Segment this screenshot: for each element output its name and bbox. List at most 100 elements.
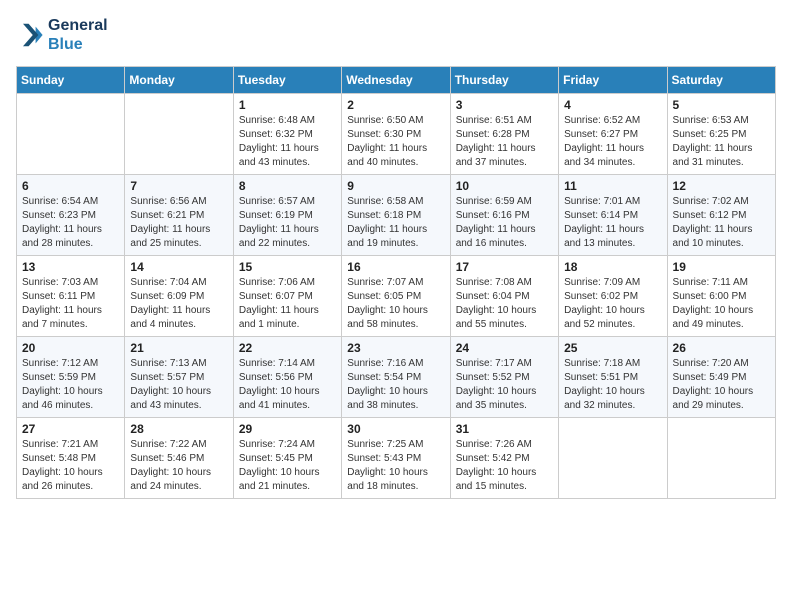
day-info: Sunrise: 7:16 AM Sunset: 5:54 PM Dayligh… <box>347 357 444 413</box>
day-info: Sunrise: 7:08 AM Sunset: 6:04 PM Dayligh… <box>456 276 553 332</box>
day-info: Sunrise: 6:59 AM Sunset: 6:16 PM Dayligh… <box>456 195 553 251</box>
day-info: Sunrise: 7:14 AM Sunset: 5:56 PM Dayligh… <box>239 357 336 413</box>
col-header-friday: Friday <box>559 67 667 94</box>
day-number: 10 <box>456 179 553 193</box>
day-info: Sunrise: 7:02 AM Sunset: 6:12 PM Dayligh… <box>673 195 770 251</box>
day-info: Sunrise: 7:21 AM Sunset: 5:48 PM Dayligh… <box>22 438 119 494</box>
logo-text: General Blue <box>48 16 108 54</box>
day-info: Sunrise: 6:51 AM Sunset: 6:28 PM Dayligh… <box>456 114 553 170</box>
day-number: 23 <box>347 341 444 355</box>
day-info: Sunrise: 7:24 AM Sunset: 5:45 PM Dayligh… <box>239 438 336 494</box>
calendar-cell: 25 Sunrise: 7:18 AM Sunset: 5:51 PM Dayli… <box>559 337 667 418</box>
calendar-cell: 9 Sunrise: 6:58 AM Sunset: 6:18 PM Daylig… <box>342 175 450 256</box>
day-info: Sunrise: 6:58 AM Sunset: 6:18 PM Dayligh… <box>347 195 444 251</box>
calendar-cell: 15 Sunrise: 7:06 AM Sunset: 6:07 PM Dayli… <box>233 256 341 337</box>
day-info: Sunrise: 7:06 AM Sunset: 6:07 PM Dayligh… <box>239 276 336 332</box>
day-number: 11 <box>564 179 661 193</box>
day-number: 4 <box>564 98 661 112</box>
day-number: 13 <box>22 260 119 274</box>
calendar-cell: 3 Sunrise: 6:51 AM Sunset: 6:28 PM Daylig… <box>450 94 558 175</box>
calendar-cell: 19 Sunrise: 7:11 AM Sunset: 6:00 PM Dayli… <box>667 256 775 337</box>
col-header-tuesday: Tuesday <box>233 67 341 94</box>
day-number: 30 <box>347 422 444 436</box>
day-number: 5 <box>673 98 770 112</box>
calendar-cell: 26 Sunrise: 7:20 AM Sunset: 5:49 PM Dayli… <box>667 337 775 418</box>
page-header: General Blue <box>16 16 776 54</box>
col-header-wednesday: Wednesday <box>342 67 450 94</box>
day-number: 12 <box>673 179 770 193</box>
day-number: 8 <box>239 179 336 193</box>
day-info: Sunrise: 6:57 AM Sunset: 6:19 PM Dayligh… <box>239 195 336 251</box>
calendar-cell: 4 Sunrise: 6:52 AM Sunset: 6:27 PM Daylig… <box>559 94 667 175</box>
calendar-cell: 11 Sunrise: 7:01 AM Sunset: 6:14 PM Dayli… <box>559 175 667 256</box>
day-number: 7 <box>130 179 227 193</box>
calendar-cell: 23 Sunrise: 7:16 AM Sunset: 5:54 PM Dayli… <box>342 337 450 418</box>
day-info: Sunrise: 6:54 AM Sunset: 6:23 PM Dayligh… <box>22 195 119 251</box>
calendar: SundayMondayTuesdayWednesdayThursdayFrid… <box>16 66 776 499</box>
calendar-cell: 22 Sunrise: 7:14 AM Sunset: 5:56 PM Dayli… <box>233 337 341 418</box>
day-number: 21 <box>130 341 227 355</box>
day-number: 6 <box>22 179 119 193</box>
col-header-sunday: Sunday <box>17 67 125 94</box>
day-number: 19 <box>673 260 770 274</box>
day-info: Sunrise: 6:52 AM Sunset: 6:27 PM Dayligh… <box>564 114 661 170</box>
col-header-thursday: Thursday <box>450 67 558 94</box>
calendar-cell <box>559 418 667 499</box>
calendar-week-2: 6 Sunrise: 6:54 AM Sunset: 6:23 PM Daylig… <box>17 175 776 256</box>
calendar-cell: 16 Sunrise: 7:07 AM Sunset: 6:05 PM Dayli… <box>342 256 450 337</box>
day-number: 17 <box>456 260 553 274</box>
calendar-cell <box>17 94 125 175</box>
day-number: 22 <box>239 341 336 355</box>
day-info: Sunrise: 7:12 AM Sunset: 5:59 PM Dayligh… <box>22 357 119 413</box>
calendar-cell: 28Sunrise: 7:22 AM Sunset: 5:46 PM Dayli… <box>125 418 233 499</box>
day-number: 1 <box>239 98 336 112</box>
day-number: 20 <box>22 341 119 355</box>
calendar-cell: 2Sunrise: 6:50 AM Sunset: 6:30 PM Daylig… <box>342 94 450 175</box>
day-info: Sunrise: 7:11 AM Sunset: 6:00 PM Dayligh… <box>673 276 770 332</box>
day-info: Sunrise: 6:56 AM Sunset: 6:21 PM Dayligh… <box>130 195 227 251</box>
logo-icon <box>16 21 44 49</box>
calendar-cell: 8 Sunrise: 6:57 AM Sunset: 6:19 PM Daylig… <box>233 175 341 256</box>
day-info: Sunrise: 6:53 AM Sunset: 6:25 PM Dayligh… <box>673 114 770 170</box>
calendar-cell: 27 Sunrise: 7:21 AM Sunset: 5:48 PM Dayli… <box>17 418 125 499</box>
day-info: Sunrise: 7:20 AM Sunset: 5:49 PM Dayligh… <box>673 357 770 413</box>
col-header-monday: Monday <box>125 67 233 94</box>
day-number: 15 <box>239 260 336 274</box>
day-number: 26 <box>673 341 770 355</box>
day-number: 28 <box>130 422 227 436</box>
calendar-cell: 1Sunrise: 6:48 AM Sunset: 6:32 PM Daylig… <box>233 94 341 175</box>
day-number: 16 <box>347 260 444 274</box>
calendar-week-3: 13Sunrise: 7:03 AM Sunset: 6:11 PM Dayli… <box>17 256 776 337</box>
calendar-cell: 10 Sunrise: 6:59 AM Sunset: 6:16 PM Dayli… <box>450 175 558 256</box>
calendar-cell: 30 Sunrise: 7:25 AM Sunset: 5:43 PM Dayli… <box>342 418 450 499</box>
day-number: 27 <box>22 422 119 436</box>
calendar-cell: 7 Sunrise: 6:56 AM Sunset: 6:21 PM Daylig… <box>125 175 233 256</box>
calendar-cell: 31 Sunrise: 7:26 AM Sunset: 5:42 PM Dayli… <box>450 418 558 499</box>
calendar-week-4: 20 Sunrise: 7:12 AM Sunset: 5:59 PM Dayli… <box>17 337 776 418</box>
day-info: Sunrise: 7:01 AM Sunset: 6:14 PM Dayligh… <box>564 195 661 251</box>
calendar-cell: 21 Sunrise: 7:13 AM Sunset: 5:57 PM Dayli… <box>125 337 233 418</box>
calendar-cell: 20 Sunrise: 7:12 AM Sunset: 5:59 PM Dayli… <box>17 337 125 418</box>
day-info: Sunrise: 7:09 AM Sunset: 6:02 PM Dayligh… <box>564 276 661 332</box>
day-number: 3 <box>456 98 553 112</box>
calendar-cell: 29 Sunrise: 7:24 AM Sunset: 5:45 PM Dayli… <box>233 418 341 499</box>
day-info: Sunrise: 7:17 AM Sunset: 5:52 PM Dayligh… <box>456 357 553 413</box>
day-number: 31 <box>456 422 553 436</box>
day-info: Sunrise: 7:13 AM Sunset: 5:57 PM Dayligh… <box>130 357 227 413</box>
day-info: Sunrise: 7:26 AM Sunset: 5:42 PM Dayligh… <box>456 438 553 494</box>
calendar-cell: 14Sunrise: 7:04 AM Sunset: 6:09 PM Dayli… <box>125 256 233 337</box>
day-number: 18 <box>564 260 661 274</box>
calendar-cell <box>125 94 233 175</box>
day-info: Sunrise: 7:07 AM Sunset: 6:05 PM Dayligh… <box>347 276 444 332</box>
day-number: 29 <box>239 422 336 436</box>
calendar-cell: 12 Sunrise: 7:02 AM Sunset: 6:12 PM Dayli… <box>667 175 775 256</box>
day-info: Sunrise: 6:50 AM Sunset: 6:30 PM Dayligh… <box>347 114 444 170</box>
calendar-cell: 13Sunrise: 7:03 AM Sunset: 6:11 PM Dayli… <box>17 256 125 337</box>
day-info: Sunrise: 7:18 AM Sunset: 5:51 PM Dayligh… <box>564 357 661 413</box>
calendar-week-5: 27 Sunrise: 7:21 AM Sunset: 5:48 PM Dayli… <box>17 418 776 499</box>
day-info: Sunrise: 7:25 AM Sunset: 5:43 PM Dayligh… <box>347 438 444 494</box>
day-number: 25 <box>564 341 661 355</box>
calendar-cell: 5 Sunrise: 6:53 AM Sunset: 6:25 PM Daylig… <box>667 94 775 175</box>
day-number: 9 <box>347 179 444 193</box>
calendar-cell: 17 Sunrise: 7:08 AM Sunset: 6:04 PM Dayli… <box>450 256 558 337</box>
